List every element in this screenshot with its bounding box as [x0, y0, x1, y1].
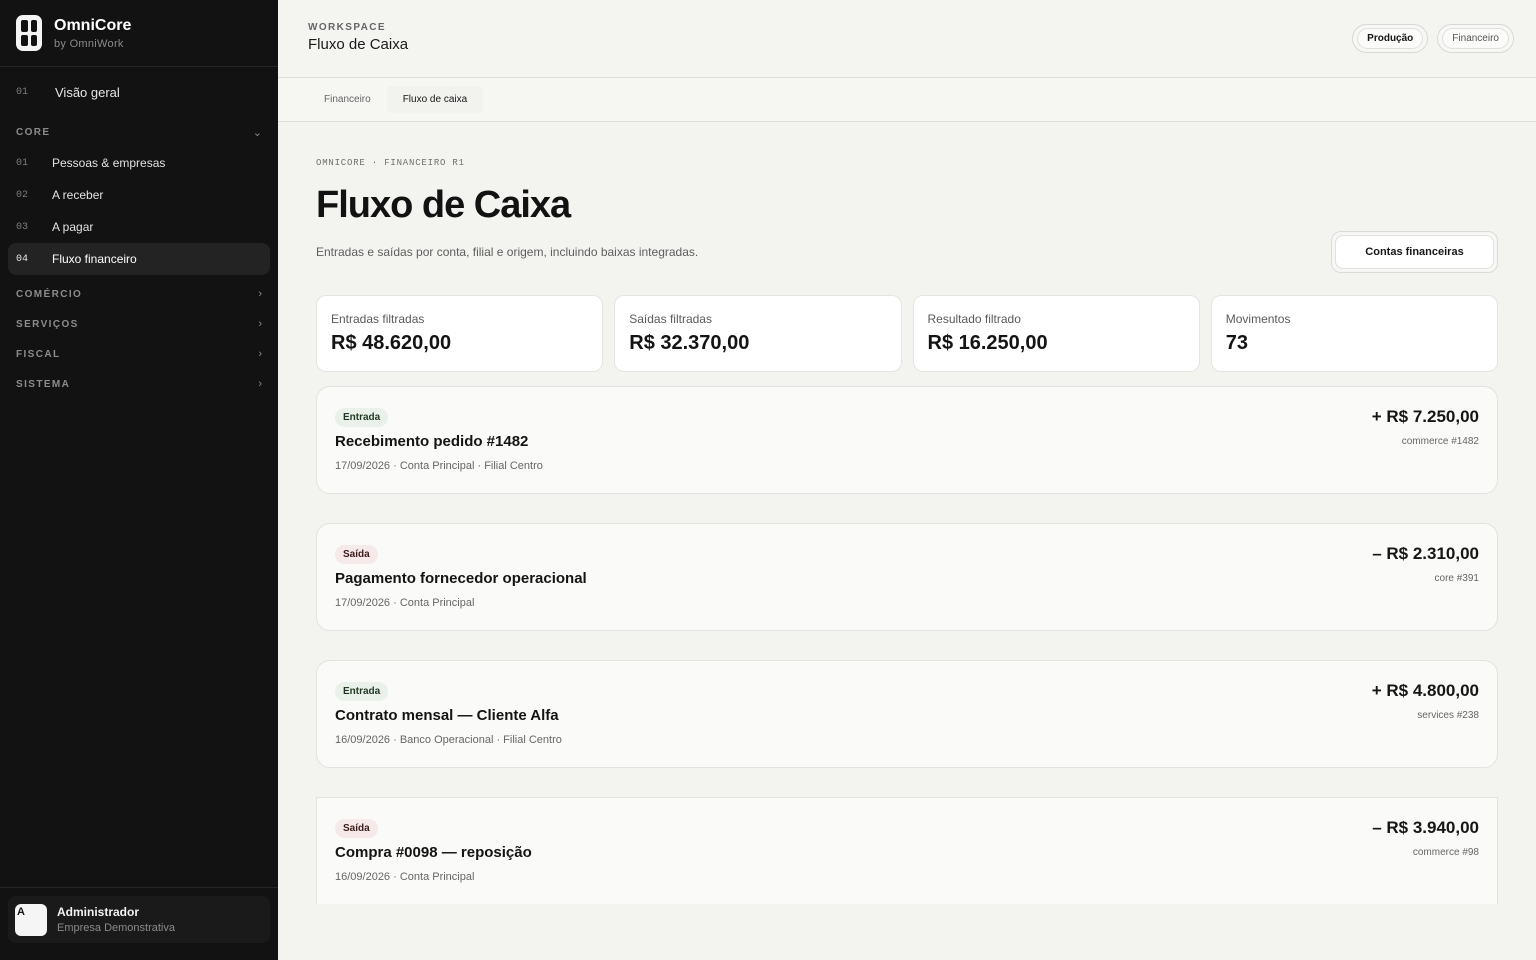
stat-card: Entradas filtradas R$ 48.620,00	[316, 295, 604, 372]
user-menu[interactable]: A Administrador Empresa Demonstrativa	[8, 896, 270, 943]
user-name: Administrador	[57, 905, 140, 919]
transaction-card[interactable]: Saída Compra #0098 — reposição 16/09/202…	[316, 797, 1498, 904]
transaction-amount: – R$ 3.940,00	[1372, 818, 1479, 837]
header-actions: Produção Financeiro	[1352, 24, 1514, 53]
sidebar: OmniCore by OmniWork 01 Visão geral CORE…	[0, 0, 278, 960]
transaction-ref: services #238	[1417, 710, 1479, 721]
type-badge: Entrada	[335, 408, 389, 427]
stat-label: Entradas filtradas	[331, 312, 425, 326]
section-core[interactable]: CORE ⌄	[0, 117, 278, 147]
nav-number: 01	[16, 157, 29, 169]
stat-value: 73	[1225, 332, 1248, 354]
brand[interactable]: OmniCore by OmniWork	[0, 0, 278, 67]
section-title: SERVIÇOS	[16, 318, 79, 330]
workspace-title: Fluxo de Caixa	[308, 36, 409, 53]
sidebar-item-label: Visão geral	[55, 84, 120, 100]
finance-button[interactable]: Financeiro	[1437, 24, 1514, 53]
type-badge: Saída	[335, 819, 378, 838]
nav-number: 02	[16, 189, 29, 201]
transaction-card[interactable]: Saída Pagamento fornecedor operacional 1…	[316, 523, 1498, 631]
main: WORKSPACE Fluxo de Caixa Produção Financ…	[278, 0, 1536, 960]
section-services[interactable]: SERVIÇOS ›	[0, 309, 278, 339]
page-title: Fluxo de Caixa	[316, 184, 571, 226]
transaction-amount: + R$ 7.250,00	[1371, 407, 1479, 426]
stat-card: Movimentos 73	[1210, 295, 1498, 372]
chevron-right-icon: ›	[258, 288, 262, 300]
stat-label: Movimentos	[1225, 312, 1291, 326]
financial-accounts-button-wrap: Contas financeiras	[1331, 231, 1498, 273]
type-badge: Saída	[335, 545, 378, 564]
chevron-right-icon: ›	[258, 318, 262, 330]
stat-card: Saídas filtradas R$ 32.370,00	[614, 295, 902, 372]
financial-accounts-button[interactable]: Contas financeiras	[1335, 235, 1494, 269]
button-label: Financeiro	[1442, 28, 1509, 49]
brand-name: OmniCore	[54, 16, 132, 34]
transaction-title: Compra #0098 — reposição	[335, 844, 532, 861]
button-label: Produção	[1357, 28, 1424, 49]
transaction-title: Recebimento pedido #1482	[335, 433, 529, 450]
sidebar-item-label: A pagar	[52, 220, 94, 234]
section-commerce[interactable]: COMÉRCIO ›	[0, 279, 278, 309]
tab-bar: Financeiro Fluxo de caixa	[278, 78, 1536, 122]
stats-row: Entradas filtradas R$ 48.620,00 Saídas f…	[316, 295, 1498, 372]
user-company: Empresa Demonstrativa	[57, 922, 175, 934]
transaction-card[interactable]: Entrada Recebimento pedido #1482 17/09/2…	[316, 386, 1498, 494]
production-button[interactable]: Produção	[1352, 24, 1429, 53]
sidebar-item-people[interactable]: 01 Pessoas & empresas	[0, 147, 270, 179]
workspace-label: WORKSPACE	[308, 22, 386, 33]
section-title: CORE	[16, 126, 51, 138]
section-system[interactable]: SISTEMA ›	[0, 369, 278, 399]
sidebar-item-payables[interactable]: 03 A pagar	[0, 211, 270, 243]
stat-value: R$ 16.250,00	[927, 332, 1048, 354]
sidebar-item-label: A receber	[52, 188, 104, 202]
transaction-title: Contrato mensal — Cliente Alfa	[335, 707, 559, 724]
stat-value: R$ 48.620,00	[331, 332, 452, 354]
brand-subtitle: by OmniWork	[54, 37, 124, 50]
nav-number: 04	[16, 253, 29, 265]
transaction-ref: commerce #98	[1412, 847, 1479, 858]
tab-finance[interactable]: Financeiro	[308, 86, 387, 113]
avatar: A	[15, 903, 47, 936]
stat-label: Resultado filtrado	[927, 312, 1021, 326]
nav-number: 01	[16, 86, 29, 98]
section-title: FISCAL	[16, 348, 61, 360]
transaction-amount: – R$ 2.310,00	[1372, 544, 1479, 563]
sidebar-item-cash-flow[interactable]: 04 Fluxo financeiro	[8, 243, 270, 275]
tab-cash-flow[interactable]: Fluxo de caixa	[386, 86, 484, 113]
chevron-right-icon: ›	[258, 348, 262, 360]
type-badge: Entrada	[335, 682, 389, 701]
breadcrumb: OMNICORE · FINANCEIRO R1	[316, 158, 465, 168]
header: WORKSPACE Fluxo de Caixa Produção Financ…	[278, 0, 1536, 78]
sidebar-item-overview[interactable]: 01 Visão geral	[0, 67, 278, 117]
user-box: A Administrador Empresa Demonstrativa	[0, 887, 278, 960]
page-description: Entradas e saídas por conta, filial e or…	[316, 245, 699, 259]
stat-value: R$ 32.370,00	[629, 332, 750, 354]
sidebar-item-label: Fluxo financeiro	[52, 252, 137, 266]
transaction-title: Pagamento fornecedor operacional	[335, 570, 587, 587]
chevron-right-icon: ›	[258, 378, 262, 390]
transaction-ref: commerce #1482	[1401, 436, 1479, 447]
transaction-amount: + R$ 4.800,00	[1371, 681, 1479, 700]
section-title: COMÉRCIO	[16, 288, 83, 300]
app-logo-icon	[16, 15, 42, 51]
sidebar-item-receivables[interactable]: 02 A receber	[0, 179, 270, 211]
transaction-meta: 16/09/2026 · Conta Principal	[335, 871, 475, 883]
transaction-meta: 17/09/2026 · Conta Principal	[335, 597, 475, 609]
stat-card: Resultado filtrado R$ 16.250,00	[912, 295, 1200, 372]
stat-label: Saídas filtradas	[629, 312, 712, 326]
transaction-ref: core #391	[1434, 573, 1479, 584]
section-title: SISTEMA	[16, 378, 71, 390]
transaction-meta: 16/09/2026 · Banco Operacional · Filial …	[335, 734, 562, 746]
sidebar-item-label: Pessoas & empresas	[52, 156, 166, 170]
nav-number: 03	[16, 221, 29, 233]
transaction-meta: 17/09/2026 · Conta Principal · Filial Ce…	[335, 460, 543, 472]
section-fiscal[interactable]: FISCAL ›	[0, 339, 278, 369]
transaction-card[interactable]: Entrada Contrato mensal — Cliente Alfa 1…	[316, 660, 1498, 768]
chevron-down-icon: ⌄	[252, 126, 262, 139]
